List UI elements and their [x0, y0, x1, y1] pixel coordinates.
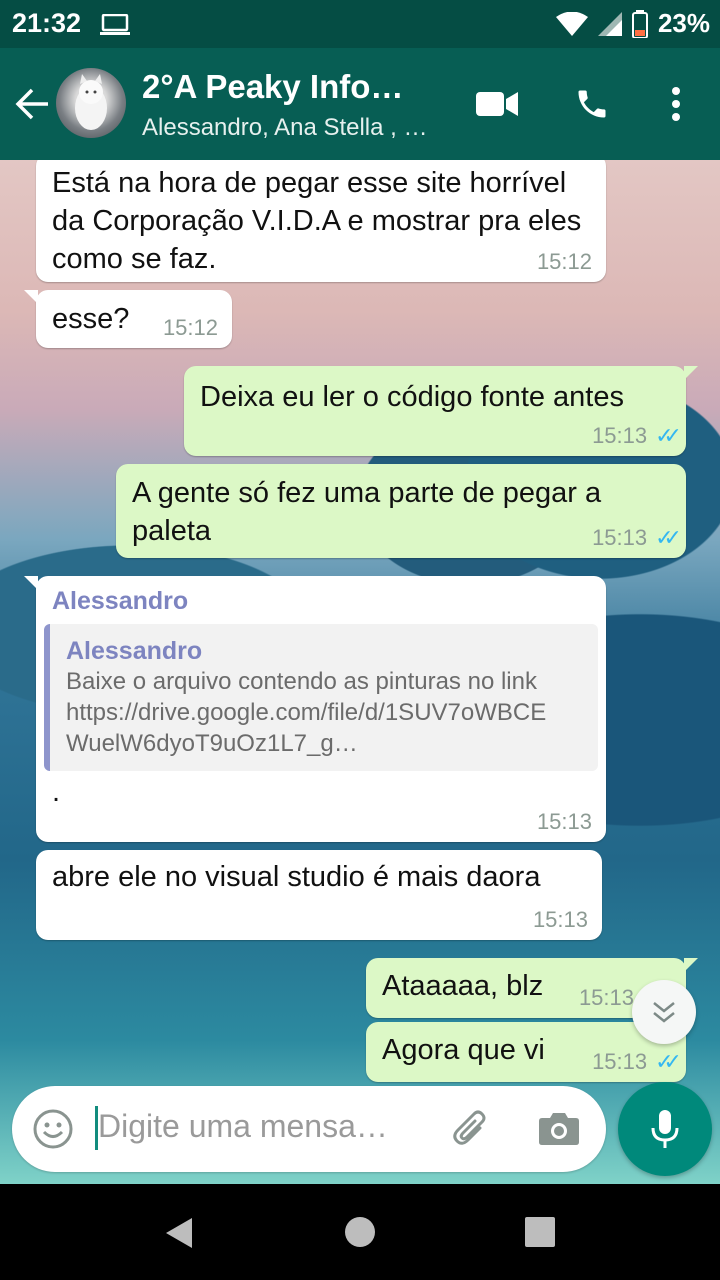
message-time: 15:12	[536, 249, 592, 274]
more-vert-icon[interactable]	[670, 86, 682, 122]
camera-icon[interactable]	[538, 1110, 580, 1146]
message-time: 15:13	[578, 985, 634, 1010]
battery-level: 23%	[657, 8, 710, 38]
voice-record-button[interactable]	[618, 1082, 712, 1176]
emoji-icon[interactable]	[32, 1108, 74, 1150]
message-sender: Alessandro	[52, 587, 189, 615]
avatar[interactable]	[56, 68, 126, 138]
read-ticks-icon: ✓✓	[655, 423, 682, 448]
message-time: 15:13	[592, 525, 648, 550]
signal-icon	[597, 11, 622, 36]
nav-recents-icon[interactable]	[524, 1216, 556, 1248]
nav-home-icon[interactable]	[344, 1216, 376, 1248]
double-chevron-down-icon	[653, 1002, 675, 1023]
message-time: 15:13	[532, 907, 588, 932]
message-incoming[interactable]: abre ele no visual studio é mais daora 1…	[36, 850, 602, 940]
read-ticks-icon: ✓✓	[655, 525, 682, 550]
message-time: 15:13	[592, 423, 648, 448]
group-members[interactable]: Alessandro, Ana Stella , …	[142, 114, 428, 142]
mic-icon	[651, 1110, 679, 1148]
quoted-sender: Alessandro	[66, 637, 203, 665]
message-incoming-reply[interactable]: Alessandro Alessandro Baixe o arquivo co…	[24, 576, 606, 842]
quoted-text: Baixe o arquivo contendo as pinturas no …	[66, 668, 547, 757]
message-text: Está na hora de pegar esse site horrível…	[52, 167, 582, 275]
phone-icon[interactable]	[574, 86, 610, 122]
message-outgoing[interactable]: A gente só fez uma parte de pegar a pale…	[116, 464, 686, 558]
battery-icon	[631, 9, 648, 38]
group-title[interactable]: 2°A Peaky Info…	[142, 68, 403, 106]
scroll-to-bottom-button[interactable]	[632, 980, 696, 1044]
status-time: 21:32	[12, 8, 82, 38]
message-input[interactable]: Digite uma mensa…	[98, 1108, 388, 1145]
message-time: 15:12	[162, 315, 218, 340]
chat-header: 2°A Peaky Info… Alessandro, Ana Stella ,…	[0, 48, 720, 160]
message-composer[interactable]: Digite uma mensa…	[12, 1086, 606, 1172]
message-text: .	[52, 776, 61, 808]
video-call-icon[interactable]	[476, 90, 518, 118]
paperclip-icon[interactable]	[450, 1108, 492, 1150]
laptop-icon	[100, 14, 130, 35]
message-outgoing[interactable]: Deixa eu ler o código fonte antes 15:13 ✓…	[184, 366, 698, 456]
wifi-icon	[555, 11, 588, 36]
message-time: 15:13	[536, 809, 592, 834]
message-incoming[interactable]: Está na hora de pegar esse site horrível…	[36, 160, 606, 282]
chat-area[interactable]: Está na hora de pegar esse site horrível…	[0, 160, 720, 1184]
message-text: A gente só fez uma parte de pegar a pale…	[132, 477, 602, 547]
arrow-left-icon[interactable]	[14, 86, 50, 122]
message-time: 15:13	[592, 1049, 648, 1074]
nav-back-icon[interactable]	[162, 1216, 194, 1250]
read-ticks-icon: ✓✓	[655, 1049, 682, 1074]
quoted-message[interactable]: Alessandro Baixe o arquivo contendo as p…	[44, 624, 598, 771]
message-text: abre ele no visual studio é mais daora	[52, 861, 541, 893]
message-text: Deixa eu ler o código fonte antes	[200, 381, 624, 413]
status-bar: 21:32 23%	[0, 0, 720, 48]
system-nav-bar	[0, 1184, 720, 1280]
message-incoming[interactable]: esse? 15:12	[24, 290, 232, 348]
